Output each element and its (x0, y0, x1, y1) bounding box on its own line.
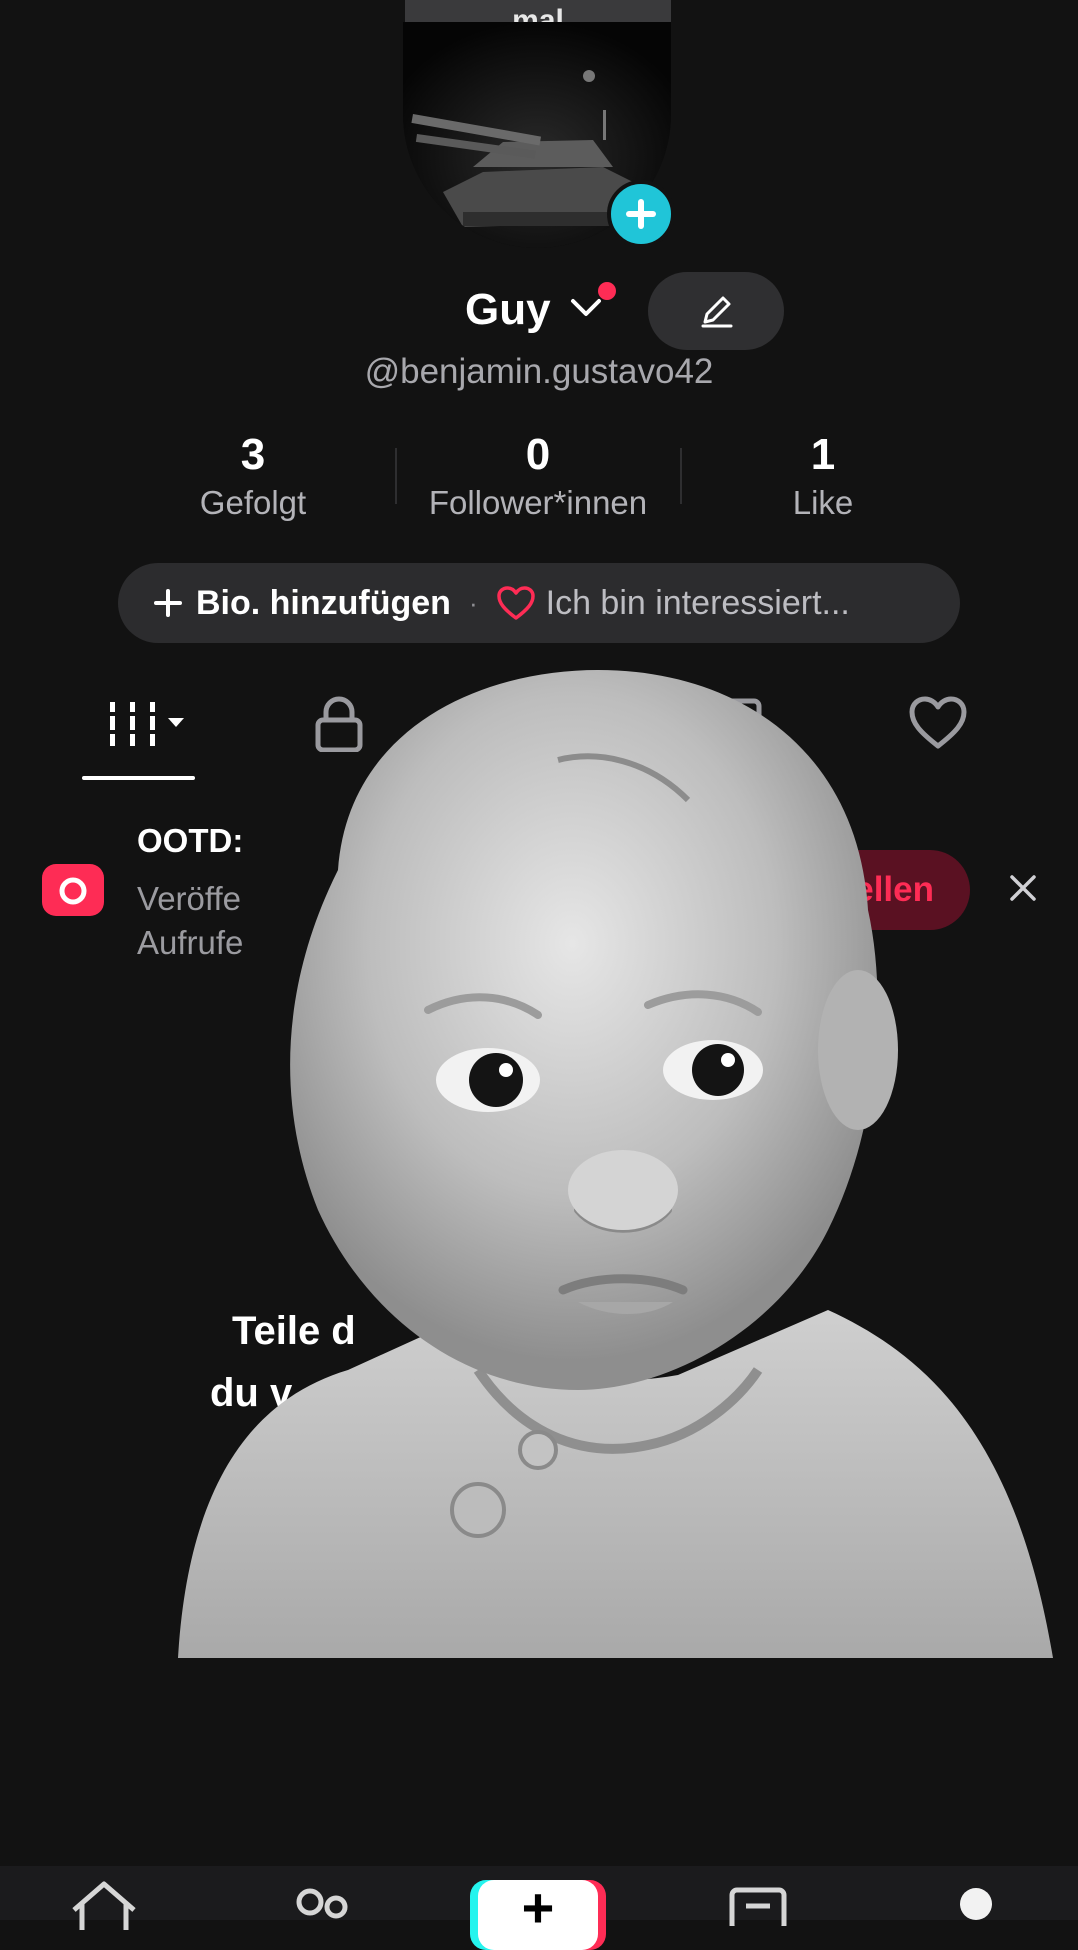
home-icon[interactable] (68, 1880, 140, 1930)
stat-following-label: Gefolgt (199, 484, 307, 521)
stat-likes[interactable]: 1 Like (683, 430, 963, 522)
camera-icon (42, 864, 104, 916)
interests-label[interactable]: Ich bin interessiert... (546, 584, 850, 623)
stat-likes-value: 1 (810, 430, 836, 479)
camera-glyph (59, 868, 87, 905)
stat-following[interactable]: 3 Gefolgt (113, 430, 393, 522)
edit-profile-button[interactable] (648, 272, 784, 350)
plus-icon (154, 589, 182, 617)
inbox-icon[interactable] (728, 1886, 788, 1926)
create-button[interactable]: + (478, 1880, 598, 1950)
stat-followers-value: 0 (525, 430, 551, 479)
stat-followers-label: Follower*innen (428, 484, 648, 521)
stat-following-value: 3 (240, 430, 266, 479)
plus-icon (626, 199, 656, 229)
add-bio-label[interactable]: Bio. hinzufügen (196, 584, 451, 623)
bio-separator: · (468, 587, 478, 618)
pencil-icon (701, 296, 733, 328)
notification-dot (598, 282, 616, 300)
profile-handle: @benjamin.gustavo42 (364, 352, 714, 391)
baby-photo-overlay (178, 670, 1053, 1658)
profile-name[interactable]: Guy (465, 285, 551, 335)
stat-followers[interactable]: 0 Follower*innen (398, 430, 678, 522)
profile-icon[interactable] (956, 1886, 996, 1920)
chevron-down-icon[interactable] (570, 296, 602, 320)
divider (680, 448, 682, 504)
add-avatar-button[interactable] (607, 180, 675, 248)
heart-icon (496, 586, 535, 620)
divider (395, 448, 397, 504)
friends-icon[interactable] (294, 1886, 350, 1926)
create-label: + (521, 1876, 555, 1939)
stat-likes-label: Like (792, 484, 854, 521)
bio-pill[interactable]: Bio. hinzufügen · Ich bin interessiert..… (118, 563, 960, 643)
